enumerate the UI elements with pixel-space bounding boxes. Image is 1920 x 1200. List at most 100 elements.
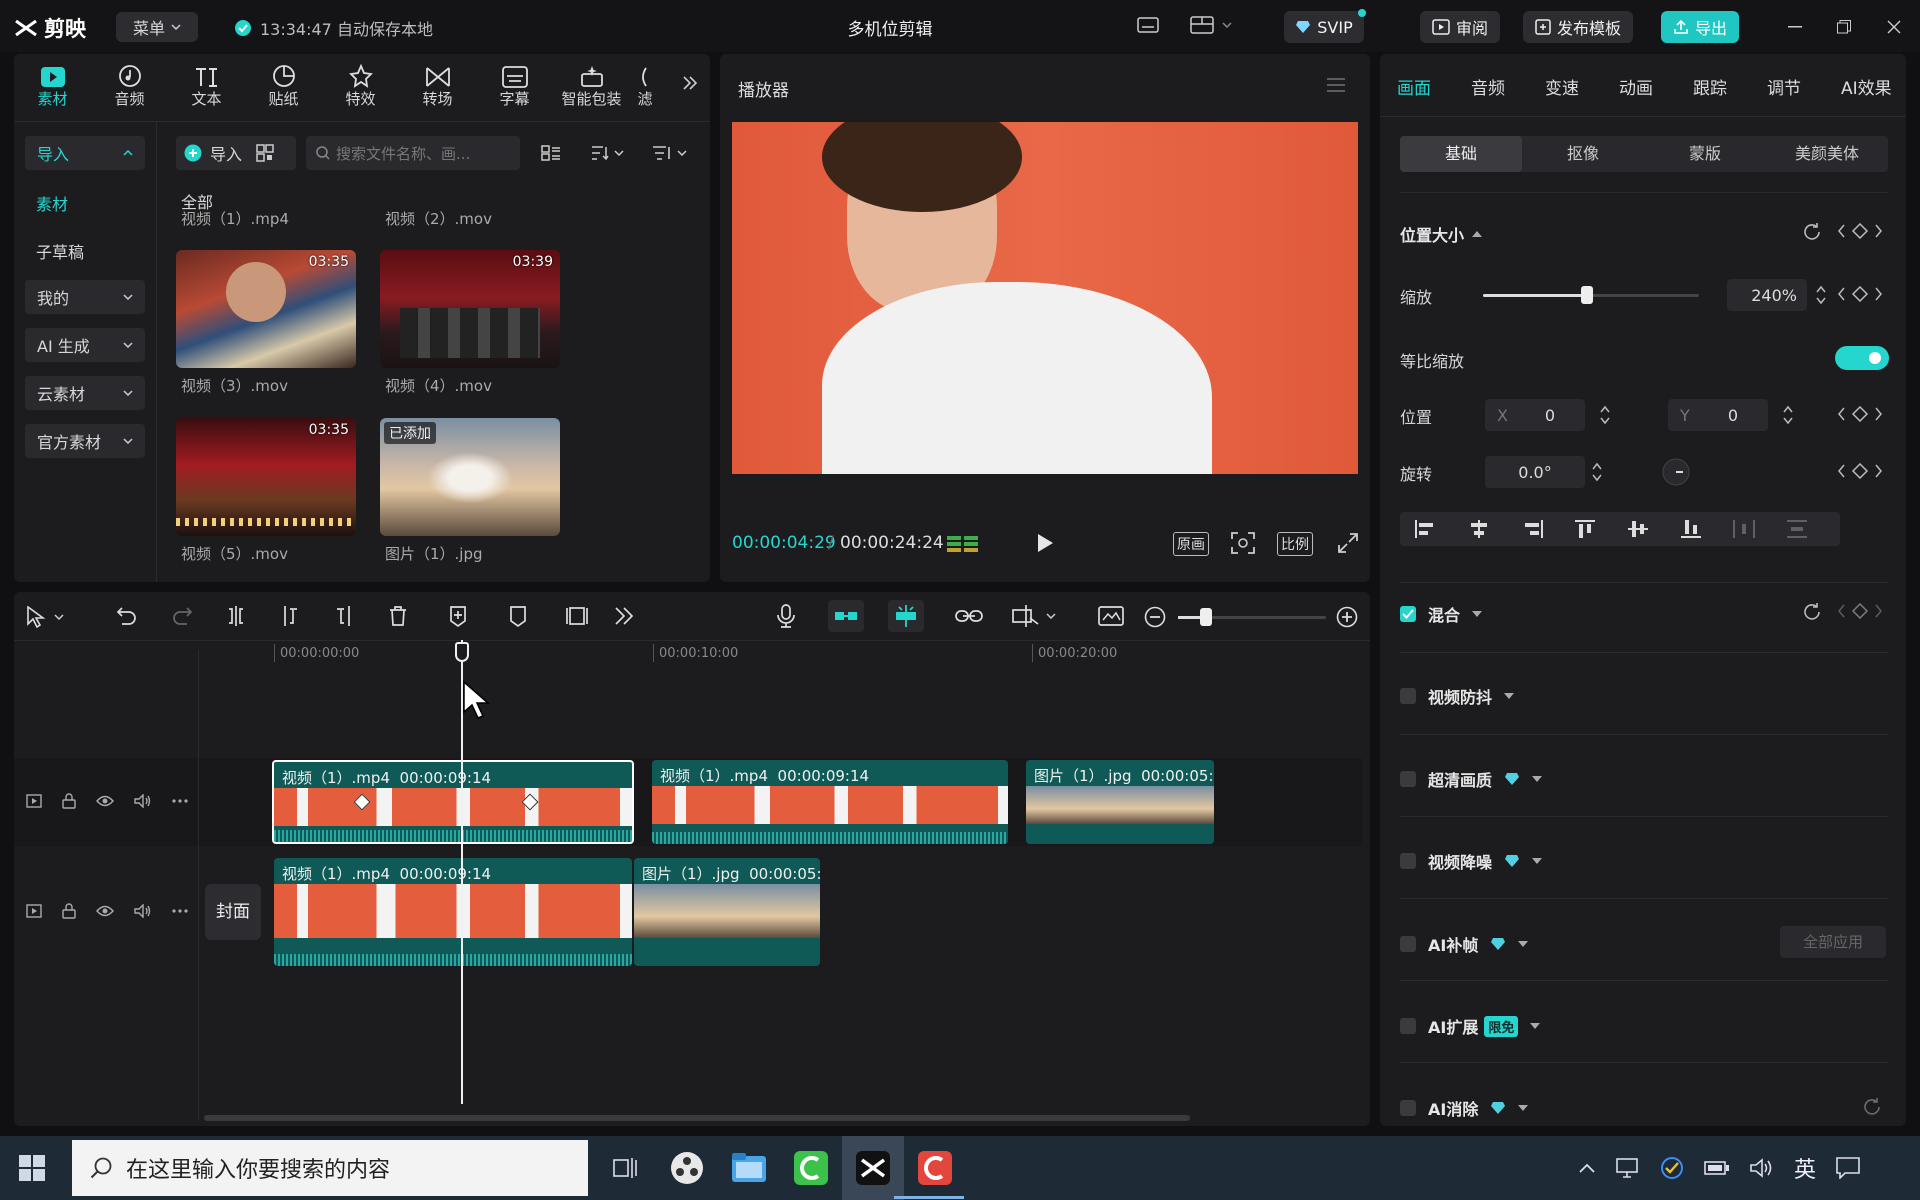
tab-ai-effects[interactable]: AI效果 <box>1841 74 1892 99</box>
cover-button[interactable]: 封面 <box>205 884 261 940</box>
video-preview[interactable] <box>732 122 1358 474</box>
ai-erase-checkbox[interactable] <box>1400 1100 1416 1116</box>
app-camtasia-red-icon[interactable] <box>904 1136 966 1200</box>
delete-icon[interactable] <box>388 605 408 627</box>
tab-audio[interactable]: 音频 <box>91 60 168 109</box>
media-thumb-video-5[interactable]: 03:35 <box>176 418 356 536</box>
align-left-icon[interactable] <box>1414 519 1438 539</box>
clip-track2-image1[interactable]: 图片（1）.jpg 00:00:05:0 <box>634 858 820 966</box>
tab-tracking[interactable]: 跟踪 <box>1693 74 1727 99</box>
app-capcut-icon[interactable] <box>842 1136 904 1200</box>
ai-frame-checkbox[interactable] <box>1400 936 1416 952</box>
keyframe-nav[interactable] <box>1838 286 1882 302</box>
sidebar-sub-draft[interactable]: 子草稿 <box>36 239 84 263</box>
align-right-icon[interactable] <box>1520 519 1544 539</box>
aspect-ratio-button[interactable]: 比例 <box>1277 532 1313 556</box>
ai-frame-header[interactable]: AI补帧 <box>1400 932 1529 956</box>
stepper-icon[interactable] <box>1814 282 1828 308</box>
split-left-icon[interactable] <box>280 605 300 627</box>
reset-icon[interactable] <box>1802 602 1822 622</box>
media-thumb-video-3[interactable]: 03:35 <box>176 250 356 368</box>
volume-icon[interactable] <box>134 904 152 918</box>
keyframe-nav[interactable] <box>1838 223 1882 239</box>
sidebar-cloud[interactable]: 云素材 <box>25 376 145 410</box>
zoom-slider[interactable] <box>1178 608 1326 626</box>
align-bottom-icon[interactable] <box>1679 519 1703 539</box>
display-icon[interactable] <box>1616 1157 1640 1179</box>
tab-media[interactable]: 素材 <box>14 60 91 109</box>
battery-icon[interactable] <box>1704 1159 1730 1177</box>
apply-all-button[interactable]: 全部应用 <box>1780 926 1886 958</box>
grid-view-icon[interactable] <box>541 145 561 161</box>
tab-speed[interactable]: 变速 <box>1545 74 1579 99</box>
clip-track1-video1b[interactable]: 视频（1）.mp4 00:00:09:14 <box>652 760 1008 844</box>
tab-filter[interactable]: 滤 <box>630 60 660 109</box>
keyframe-nav[interactable] <box>1838 406 1882 422</box>
uniform-scale-toggle[interactable] <box>1835 346 1889 370</box>
scale-input[interactable]: 240% <box>1727 279 1807 311</box>
playhead-handle[interactable] <box>455 642 469 662</box>
align-center-v-icon[interactable] <box>1626 519 1650 539</box>
align-center-h-icon[interactable] <box>1467 519 1491 539</box>
select-tool-icon[interactable] <box>26 606 64 628</box>
more-icon[interactable] <box>172 909 188 913</box>
stabilize-checkbox[interactable] <box>1400 688 1416 704</box>
original-quality-button[interactable]: 原画 <box>1173 532 1209 556</box>
marker-icon[interactable] <box>508 604 528 628</box>
hamburger-menu-icon[interactable] <box>1326 77 1346 93</box>
clip-track1-video1[interactable]: 视频（1）.mp4 00:00:09:14 <box>272 760 634 844</box>
media-thumb-image-1[interactable]: 已添加 <box>380 418 560 536</box>
blend-checkbox[interactable] <box>1400 606 1416 622</box>
rotate-input[interactable]: 0.0° <box>1485 456 1585 488</box>
keyframe-nav[interactable] <box>1838 463 1882 479</box>
reset-icon[interactable] <box>1802 222 1822 242</box>
link-icon[interactable] <box>955 608 983 624</box>
sidebar-material[interactable]: 素材 <box>36 191 68 215</box>
tab-picture[interactable]: 画面 <box>1397 74 1431 99</box>
minimize-icon[interactable] <box>1788 26 1802 28</box>
close-icon[interactable] <box>1887 20 1901 34</box>
filter-list-icon[interactable] <box>652 145 687 161</box>
media-search-input[interactable]: 搜索文件名称、画... <box>306 136 520 170</box>
timeline-scrollbar[interactable] <box>204 1115 1190 1121</box>
tab-sticker[interactable]: 贴纸 <box>245 60 322 109</box>
subtab-mask[interactable]: 蒙版 <box>1644 136 1766 172</box>
microphone-icon[interactable] <box>776 604 796 628</box>
stepper-icon[interactable] <box>1598 402 1612 428</box>
tab-audio-props[interactable]: 音频 <box>1471 74 1505 99</box>
clip-track1-image1[interactable]: 图片（1）.jpg 00:00:05:0 <box>1026 760 1214 844</box>
split-right-icon[interactable] <box>334 605 354 627</box>
qr-code-icon[interactable] <box>256 144 274 162</box>
position-size-header[interactable]: 位置大小 <box>1400 222 1483 246</box>
fit-screen-icon[interactable] <box>1231 532 1255 554</box>
import-button[interactable]: 导入 <box>210 141 242 165</box>
sidebar-mine[interactable]: 我的 <box>25 280 145 314</box>
zoom-in-icon[interactable] <box>1336 606 1358 628</box>
reset-icon[interactable] <box>1862 1097 1882 1117</box>
svip-button[interactable]: SVIP <box>1284 9 1366 43</box>
double-chevron-right-icon[interactable] <box>614 606 634 626</box>
windows-start-icon[interactable] <box>18 1154 46 1182</box>
restore-icon[interactable] <box>1837 20 1851 34</box>
sidebar-ai-generate[interactable]: AI 生成 <box>25 328 145 362</box>
tab-smart-pack[interactable]: 智能包装 <box>553 60 630 109</box>
denoise-checkbox[interactable] <box>1400 853 1416 869</box>
subtab-cutout[interactable]: 抠像 <box>1522 136 1644 172</box>
zoom-slider-knob[interactable] <box>1200 608 1212 626</box>
position-x-input[interactable]: X 0 <box>1485 399 1585 431</box>
task-view-icon[interactable] <box>594 1136 656 1200</box>
tab-animation[interactable]: 动画 <box>1619 74 1653 99</box>
zoom-out-icon[interactable] <box>1144 606 1166 628</box>
denoise-header[interactable]: 视频降噪 <box>1400 849 1543 873</box>
scale-slider-knob[interactable] <box>1580 286 1593 304</box>
tab-text[interactable]: 文本 <box>168 60 245 109</box>
keyboard-icon[interactable] <box>1137 17 1159 33</box>
timeline-ruler[interactable]: 00:00:00:00 00:00:10:00 00:00:20:00 <box>274 644 1364 664</box>
tab-adjust[interactable]: 调节 <box>1767 74 1801 99</box>
app-davinci-icon[interactable] <box>656 1136 718 1200</box>
sidebar-import[interactable]: 导入 <box>25 136 145 170</box>
ai-expand-header[interactable]: AI扩展 限免 <box>1400 1014 1541 1038</box>
lock-icon[interactable] <box>62 903 76 919</box>
track-type-icon[interactable] <box>26 794 42 808</box>
app-explorer-icon[interactable] <box>718 1136 780 1200</box>
